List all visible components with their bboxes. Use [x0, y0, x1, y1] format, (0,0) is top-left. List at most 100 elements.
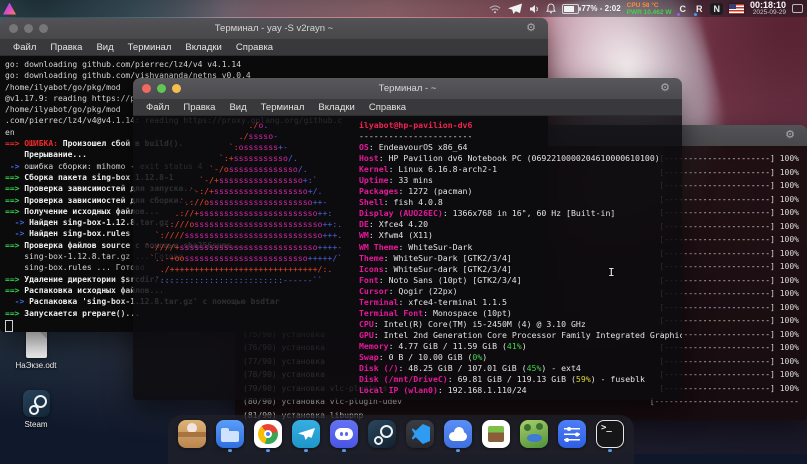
- running-indicator: [304, 449, 308, 452]
- minimize-button[interactable]: [157, 84, 166, 93]
- terminal-line: go: downloading github.com/pierrec/lz4/v…: [5, 59, 543, 70]
- fastfetch-info: ilyabot@hp-pavilion-dv6-----------------…: [359, 120, 682, 400]
- ascii-logo-line: `-/+sssssssssssssssso+:`: [145, 175, 351, 186]
- dock-item-box-character[interactable]: [178, 420, 206, 452]
- ascii-logo-line: .://+ssssssssssssssssssssssso++:: [145, 208, 351, 219]
- box-character-icon: [178, 420, 206, 448]
- fastfetch-info-line: Swap: 0 B / 10.00 GiB (0%): [359, 352, 682, 363]
- maximize-button[interactable]: [172, 84, 181, 93]
- dock-item-terrain[interactable]: [520, 420, 548, 452]
- document-icon: [26, 331, 47, 358]
- menu-item-вид[interactable]: Вид: [89, 42, 120, 53]
- dock-item-discord[interactable]: [330, 420, 358, 452]
- fastfetch-info-line: Font: Noto Sans (10pt) [GTK2/3/4]: [359, 275, 682, 286]
- close-button[interactable]: [142, 84, 151, 93]
- dock-item-telegram[interactable]: [292, 420, 320, 452]
- menu-item-правка[interactable]: Правка: [43, 42, 89, 53]
- menu-item-терминал[interactable]: Терминал: [121, 42, 179, 53]
- us-flag-keyboard-layout[interactable]: [729, 4, 744, 14]
- gear-icon[interactable]: ⚙: [526, 21, 536, 35]
- fastfetch-info-line: DE: Xfce4 4.20: [359, 219, 682, 230]
- fastfetch-info-line: WM: Xfwm4 (X11): [359, 230, 682, 241]
- text-cursor-ibeam: I: [608, 266, 615, 279]
- menu-item-файл[interactable]: Файл: [6, 42, 43, 53]
- dock-item-file-manager[interactable]: [216, 420, 244, 452]
- dock-item-chrome[interactable]: [254, 420, 282, 452]
- yay-titlebar[interactable]: Терминал - yay -S v2rayn ~ ⚙: [0, 18, 548, 39]
- running-indicator: [342, 449, 346, 452]
- dock-item-steam[interactable]: [368, 420, 396, 452]
- fastfetch-terminal-output[interactable]: ./o. ./sssso- `:osssssss+- `:+ssssssssss…: [133, 116, 682, 400]
- menu-item-справка[interactable]: Справка: [362, 102, 413, 113]
- fastfetch-info-line: Disk (/mnt/DriveC): 69.81 GiB / 119.13 G…: [359, 374, 682, 385]
- dock-item-vscode[interactable]: [406, 420, 434, 452]
- fastfetch-info-line: Packages: 1272 (pacman): [359, 186, 682, 197]
- fastfetch-info-line: Host: HP Pavilion dv6 Notebook PC (06922…: [359, 153, 682, 164]
- system-stats[interactable]: CPU 58 °C PWR 10.462 W: [627, 2, 672, 16]
- running-indicator-empty: [190, 449, 194, 452]
- ascii-logo-line: .:///ossssssssssssssssssssssssso++:.: [145, 219, 351, 230]
- telegram-plane-icon[interactable]: [507, 3, 523, 15]
- tray-app-n[interactable]: N: [710, 3, 723, 15]
- close-button[interactable]: [9, 24, 18, 33]
- menu-item-вид[interactable]: Вид: [222, 102, 253, 113]
- desktop-file-label: НаЭкзе.odt: [16, 361, 57, 370]
- fastfetch-info-line: Icons: WhiteSur-dark [GTK2/3/4]: [359, 264, 682, 275]
- endeavouros-ascii-logo: ./o. ./sssso- `:osssssss+- `:+ssssssssss…: [145, 120, 351, 400]
- desktop-file-odt[interactable]: НаЭкзе.odt: [8, 331, 64, 370]
- battery-indicator[interactable]: 77% - 2:02: [562, 4, 621, 14]
- fastfetch-info-line: Disk (/): 48.25 GiB / 107.01 GiB (45%) -…: [359, 363, 682, 374]
- dock-item-settings[interactable]: [558, 420, 586, 452]
- fastfetch-info-line: Terminal Font: Monospace (10pt): [359, 308, 682, 319]
- running-indicator-empty: [380, 449, 384, 452]
- window-buttons[interactable]: [9, 24, 48, 33]
- fastfetch-separator: -----------------------: [359, 131, 682, 142]
- clock-time: 00:18:10: [750, 1, 786, 9]
- top-panel: 77% - 2:02 CPU 58 °C PWR 10.462 W C R N …: [0, 0, 807, 17]
- tray-app-r[interactable]: R: [694, 4, 705, 14]
- terrain-icon: [520, 420, 548, 448]
- ascii-logo-line: `-/ossssssssssssso/.: [145, 164, 351, 175]
- wifi-icon[interactable]: [489, 4, 501, 14]
- tray-app-c[interactable]: C: [677, 4, 688, 14]
- battery-text: 77% - 2:02: [582, 4, 621, 13]
- clock-widget[interactable]: 00:18:10 2025-09-29: [750, 1, 786, 17]
- show-desktop-button[interactable]: [792, 4, 803, 13]
- terminal-cursor: [5, 320, 13, 332]
- gear-icon[interactable]: ⚙: [660, 81, 670, 95]
- menu-item-вкладки[interactable]: Вкладки: [178, 42, 228, 53]
- notification-bell-icon[interactable]: [546, 3, 556, 14]
- window-terminal-fastfetch[interactable]: Терминал - ~ ⚙ ФайлПравкаВидТерминалВкла…: [133, 78, 682, 400]
- running-indicator-empty: [418, 449, 422, 452]
- window-title: Терминал - ~: [133, 83, 682, 94]
- vscode-icon: [406, 420, 434, 448]
- menu-item-вкладки[interactable]: Вкладки: [311, 102, 361, 113]
- menu-item-терминал[interactable]: Терминал: [254, 102, 312, 113]
- menu-item-файл[interactable]: Файл: [139, 102, 176, 113]
- minimize-button[interactable]: [24, 24, 33, 33]
- terminal-icon: [596, 420, 624, 448]
- dock-item-minecraft[interactable]: [482, 420, 510, 452]
- clock-date: 2025-09-29: [753, 9, 786, 17]
- dock-item-cloud[interactable]: [444, 420, 472, 452]
- ascii-logo-line: `:+sssssssssso/.: [145, 153, 351, 164]
- fastfetch-titlebar[interactable]: Терминал - ~ ⚙: [133, 78, 682, 99]
- menu-item-правка[interactable]: Правка: [176, 102, 222, 113]
- gear-icon[interactable]: ⚙: [785, 128, 795, 142]
- window-buttons[interactable]: [142, 84, 181, 93]
- fastfetch-menubar: ФайлПравкаВидТерминалВкладкиСправка: [133, 99, 682, 116]
- fastfetch-info-line: OS: EndeavourOS x86_64: [359, 142, 682, 153]
- dock-item-terminal[interactable]: [596, 420, 624, 452]
- chrome-icon: [254, 420, 282, 448]
- discord-icon: [330, 420, 358, 448]
- volume-icon[interactable]: [529, 4, 540, 14]
- desktop-steam-shortcut[interactable]: Steam: [8, 390, 64, 429]
- endeavouros-menu-icon[interactable]: [3, 3, 16, 15]
- menu-item-справка[interactable]: Справка: [229, 42, 280, 53]
- fastfetch-user-host: ilyabot@hp-pavilion-dv6: [359, 120, 472, 130]
- fastfetch-info-line: Theme: WhiteSur-Dark [GTK2/3/4]: [359, 253, 682, 264]
- maximize-button[interactable]: [39, 24, 48, 33]
- ascii-logo-line: `..-+oosssssssssssssssssssssssso+++++/`: [145, 253, 351, 264]
- fastfetch-info-line: Display (AUO26EC): 1366x768 in 16", 60 H…: [359, 208, 682, 219]
- ascii-logo-line: `.://osssssssssssssssssssso++-: [145, 197, 351, 208]
